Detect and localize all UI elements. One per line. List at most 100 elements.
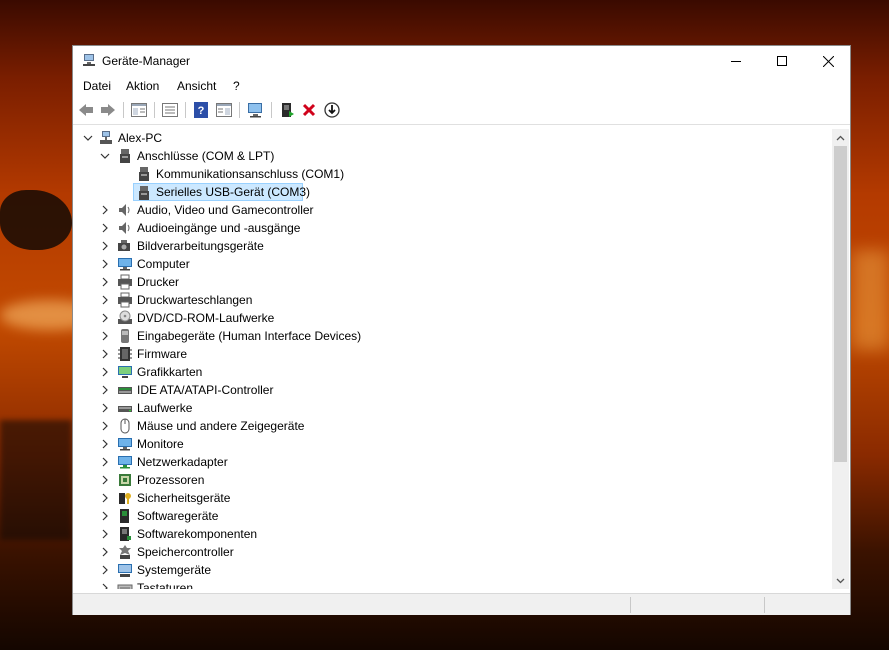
forward-arrow-icon [101,104,115,116]
vertical-scrollbar[interactable] [832,129,849,589]
tree-category[interactable]: Tastaturen [74,579,474,589]
tree-device-com1[interactable]: Kommunikationsanschluss (COM1) [74,165,474,183]
tree-category[interactable]: Systemgeräte [74,561,474,579]
tree-category[interactable]: Netzwerkadapter [74,453,474,471]
tree-category-label: Systemgeräte [137,563,212,577]
tree-category-label: Speichercontroller [137,545,234,559]
disc-drive-icon [118,310,132,324]
chevron-right-icon[interactable] [100,295,110,305]
chevron-right-icon[interactable] [100,583,110,589]
chevron-right-icon[interactable] [100,439,110,449]
port-icon [139,186,149,200]
menu-datei[interactable]: Datei [83,79,111,93]
tree-root[interactable]: Alex-PC [74,129,474,147]
status-bar [73,593,850,615]
tree-category-ports[interactable]: Anschlüsse (COM & LPT) [74,147,474,165]
svg-text:?: ? [198,105,205,117]
chevron-right-icon[interactable] [100,475,110,485]
tree-category[interactable]: Sicherheitsgeräte [74,489,474,507]
status-divider [630,597,631,613]
chevron-right-icon[interactable] [100,331,110,341]
update-driver-button[interactable] [278,101,296,119]
scrollbar-thumb[interactable] [834,146,847,462]
monitor-icon [118,258,132,271]
menu-aktion[interactable]: Aktion [126,79,159,93]
download-button[interactable] [323,101,341,119]
back-button[interactable] [77,101,95,119]
tree-category-label: Eingabegeräte (Human Interface Devices) [137,329,362,343]
toolbar-separator [271,102,272,118]
tree-category[interactable]: DVD/CD-ROM-Laufwerke [74,309,474,327]
tree-category[interactable]: Prozessoren [74,471,474,489]
chevron-right-icon[interactable] [100,529,110,539]
chevron-right-icon[interactable] [100,259,110,269]
uninstall-button[interactable] [300,101,318,119]
tree-category[interactable]: Audioeingänge und -ausgänge [74,219,474,237]
forward-button[interactable] [99,101,117,119]
tree-category[interactable]: Softwarekomponenten [74,525,474,543]
chevron-right-icon[interactable] [100,511,110,521]
tree-category[interactable]: Computer [74,255,474,273]
chevron-right-icon[interactable] [100,241,110,251]
tree-category[interactable]: Speichercontroller [74,543,474,561]
tree-category-label: Laufwerke [137,401,193,415]
menu-help[interactable]: ? [233,79,240,93]
chevron-right-icon[interactable] [100,565,110,575]
tree-category[interactable]: Mäuse und andere Zeigegeräte [74,417,474,435]
chevron-right-icon[interactable] [100,547,110,557]
keyboard-icon [117,584,133,589]
maximize-button[interactable] [759,46,805,76]
help-button[interactable]: ? [192,101,210,119]
device-list-button[interactable] [161,101,179,119]
uninstall-icon [302,103,316,117]
background-shadow [0,420,72,540]
properties-button[interactable] [130,101,148,119]
title-bar[interactable]: Geräte-Manager [73,46,850,76]
scan-hardware-icon [248,103,262,118]
chevron-right-icon[interactable] [100,223,110,233]
help-icon: ? [194,102,208,118]
chevron-right-icon[interactable] [100,457,110,467]
tree-category[interactable]: Drucker [74,273,474,291]
speaker-icon [119,222,130,234]
tree-category-label: Bildverarbeitungsgeräte [137,239,264,253]
chevron-right-icon[interactable] [100,385,110,395]
tree-category[interactable]: Laufwerke [74,399,474,417]
chevron-down-icon[interactable] [83,133,93,143]
chevron-right-icon[interactable] [100,313,110,323]
view-button[interactable] [215,101,233,119]
chevron-right-icon[interactable] [100,349,110,359]
tree-category[interactable]: IDE ATA/ATAPI-Controller [74,381,474,399]
minimize-button[interactable] [713,46,759,76]
scan-hardware-button[interactable] [247,101,265,119]
chevron-right-icon[interactable] [100,493,110,503]
tree-device-com3-selected[interactable]: Serielles USB-Gerät (COM3) [133,183,310,201]
tree-category[interactable]: Firmware [74,345,474,363]
toolbar-separator [239,102,240,118]
tree-category[interactable]: Audio, Video und Gamecontroller [74,201,474,219]
graphics-card-icon [118,366,132,378]
tree-category[interactable]: Softwaregeräte [74,507,474,525]
chevron-right-icon[interactable] [100,403,110,413]
mouse-icon [120,418,130,434]
tree-category-label: Drucker [137,275,180,289]
tree-category[interactable]: Monitore [74,435,474,453]
tree-category[interactable]: Grafikkarten [74,363,474,381]
speaker-icon [119,204,130,216]
tree-category[interactable]: Bildverarbeitungsgeräte [74,237,474,255]
chevron-right-icon[interactable] [100,421,110,431]
chevron-right-icon[interactable] [100,277,110,287]
toolbar-separator [154,102,155,118]
close-button[interactable] [805,46,851,76]
scroll-down-button[interactable] [832,572,849,589]
chevron-down-icon[interactable] [100,151,110,161]
scroll-up-button[interactable] [832,129,849,146]
tree-category[interactable]: Druckwarteschlangen [74,291,474,309]
chevron-right-icon[interactable] [100,367,110,377]
tree-category-label: Computer [137,257,190,271]
tree-device-label: Serielles USB-Gerät (COM3) [156,185,311,199]
tree-category-label: Audioeingänge und -ausgänge [137,221,301,235]
chevron-right-icon[interactable] [100,205,110,215]
menu-ansicht[interactable]: Ansicht [177,79,216,93]
tree-category[interactable]: Eingabegeräte (Human Interface Devices) [74,327,474,345]
